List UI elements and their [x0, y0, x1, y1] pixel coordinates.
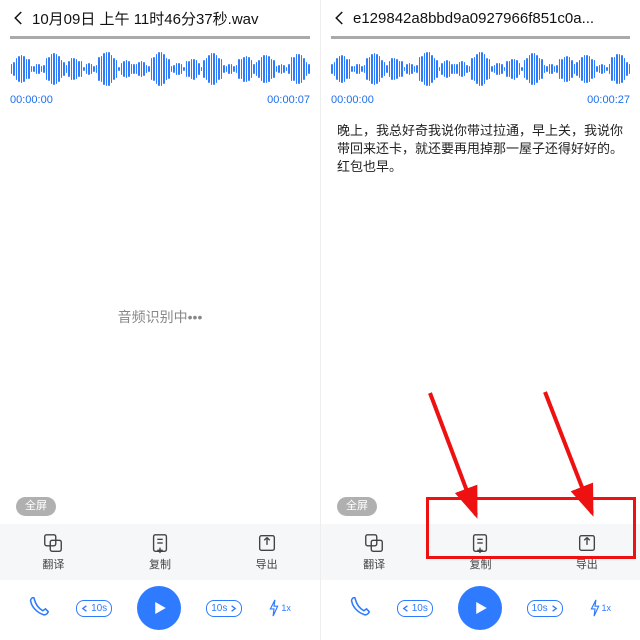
export-label: 导出	[576, 556, 598, 572]
export-button[interactable]: 导出	[557, 532, 617, 572]
copy-label: 复制	[469, 556, 491, 572]
file-title: e129842a8bbd9a0927966f851c0a...	[351, 10, 632, 27]
skip-back-button[interactable]: 10s	[397, 600, 433, 617]
time-start: 00:00:00	[10, 94, 53, 106]
play-bar: 10s 10s 1x	[0, 580, 320, 640]
loading-text: 音频识别中•••	[118, 308, 203, 328]
transcript-area: 音频识别中••• 全屏	[8, 112, 312, 524]
time-end: 00:00:27	[587, 94, 630, 106]
skip-forward-button[interactable]: 10s	[206, 600, 242, 617]
skip-fwd-label: 10s	[211, 603, 227, 614]
back-button[interactable]	[329, 7, 351, 29]
time-start: 00:00:00	[331, 94, 374, 106]
time-end: 00:00:07	[267, 94, 310, 106]
speed-button[interactable]: 1x	[267, 599, 291, 617]
speed-label: 1x	[281, 603, 291, 613]
ruler	[321, 36, 640, 46]
play-button[interactable]	[458, 586, 502, 630]
export-label: 导出	[256, 556, 278, 572]
transcript-area: 晚上，我总好奇我说你带过拉通，早上关，我说你带回来还卡，就还要再甩掉那一屋子还得…	[329, 112, 632, 524]
back-button[interactable]	[8, 7, 30, 29]
copy-label: 复制	[149, 556, 171, 572]
skip-fwd-label: 10s	[532, 603, 548, 614]
skip-back-button[interactable]: 10s	[76, 600, 112, 617]
translate-button[interactable]: 翻译	[23, 532, 83, 572]
skip-forward-button[interactable]: 10s	[527, 600, 563, 617]
skip-back-label: 10s	[412, 603, 428, 614]
ruler	[0, 36, 320, 46]
call-icon[interactable]	[350, 597, 372, 619]
audio-screen-left: 10月09日 上午 11时46分37秒.wav 00:00:00 00:00:0…	[0, 0, 320, 640]
export-button[interactable]: 导出	[237, 532, 297, 572]
speed-button[interactable]: 1x	[588, 599, 612, 617]
time-bar: 00:00:00 00:00:07	[0, 92, 320, 112]
audio-screen-right: e129842a8bbd9a0927966f851c0a... 00:00:00…	[320, 0, 640, 640]
header: 10月09日 上午 11时46分37秒.wav	[0, 0, 320, 36]
copy-button[interactable]: 复制	[130, 532, 190, 572]
file-title: 10月09日 上午 11时46分37秒.wav	[30, 8, 312, 29]
fullscreen-button[interactable]: 全屏	[16, 497, 56, 516]
translate-label: 翻译	[363, 556, 385, 572]
time-bar: 00:00:00 00:00:27	[321, 92, 640, 112]
skip-back-label: 10s	[91, 603, 107, 614]
translate-button[interactable]: 翻译	[344, 532, 404, 572]
fullscreen-button[interactable]: 全屏	[337, 497, 377, 516]
waveform[interactable]	[321, 46, 640, 92]
copy-button[interactable]: 复制	[450, 532, 510, 572]
waveform[interactable]	[0, 46, 320, 92]
play-bar: 10s 10s 1x	[321, 580, 640, 640]
speed-label: 1x	[602, 603, 612, 613]
header: e129842a8bbd9a0927966f851c0a...	[321, 0, 640, 36]
action-bar: 翻译 复制 导出	[321, 524, 640, 580]
transcript-text: 晚上，我总好奇我说你带过拉通，早上关，我说你带回来还卡，就还要再甩掉那一屋子还得…	[337, 122, 624, 177]
play-button[interactable]	[137, 586, 181, 630]
action-bar: 翻译 复制 导出	[0, 524, 320, 580]
translate-label: 翻译	[42, 556, 64, 572]
call-icon[interactable]	[29, 597, 51, 619]
